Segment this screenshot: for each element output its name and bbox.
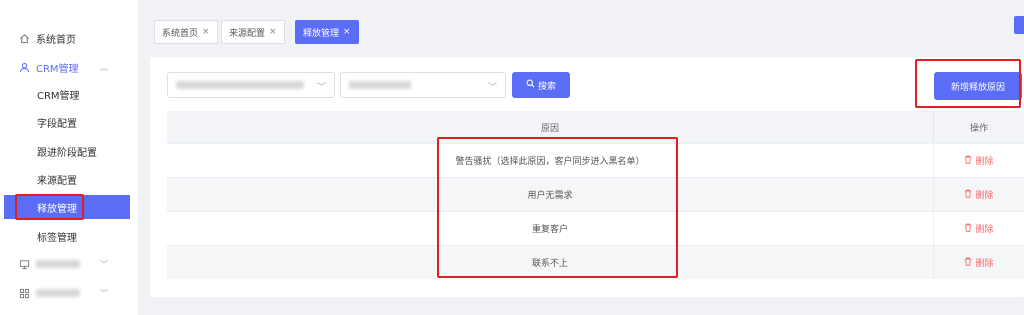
sidebar-group-blurred-1[interactable]: ﹀ bbox=[0, 252, 138, 276]
reason-cell: 警告骚扰（选择此原因，客户同步进入黑名单） bbox=[455, 157, 645, 167]
blurred-label bbox=[36, 289, 80, 297]
user-icon bbox=[17, 60, 31, 74]
close-icon[interactable]: × bbox=[202, 27, 210, 37]
close-icon[interactable]: × bbox=[343, 27, 351, 37]
delete-label: 删除 bbox=[975, 157, 994, 167]
delete-button[interactable]: 删除 bbox=[964, 154, 994, 167]
sidebar-item-source[interactable]: 来源配置 bbox=[0, 167, 138, 191]
content-card: ﹀ ﹀ 搜索 新增释放原因 原因 操作 警告骚扰（选择此原因，客户同步进入黑名单… bbox=[150, 57, 1024, 297]
tab-release-management[interactable]: 释放管理 × bbox=[295, 20, 359, 44]
reasons-table: 原因 操作 警告骚扰（选择此原因，客户同步进入黑名单） 删除 用户无需求 删除 … bbox=[167, 111, 1024, 279]
op-cell: 删除 bbox=[933, 246, 1024, 279]
sidebar-item-fields[interactable]: 字段配置 bbox=[0, 110, 138, 134]
presentation-icon bbox=[17, 257, 31, 271]
op-cell: 删除 bbox=[933, 178, 1024, 211]
table-row: 警告骚扰（选择此原因，客户同步进入黑名单） 删除 bbox=[167, 143, 1024, 177]
tab-label: 来源配置 bbox=[229, 28, 266, 39]
delete-button[interactable]: 删除 bbox=[964, 188, 994, 201]
tab-bar: 系统首页 × 来源配置 × 释放管理 × bbox=[138, 0, 1024, 58]
delete-button[interactable]: 删除 bbox=[964, 256, 994, 269]
add-release-reason-button[interactable]: 新增释放原因 bbox=[934, 72, 1022, 100]
sidebar-group-label: CRM管理 bbox=[36, 63, 79, 75]
op-cell: 删除 bbox=[933, 212, 1024, 245]
grid-icon bbox=[17, 286, 31, 300]
search-button[interactable]: 搜索 bbox=[512, 72, 570, 98]
delete-label: 删除 bbox=[975, 191, 994, 201]
sidebar-item-home[interactable]: 系统首页 bbox=[0, 26, 138, 50]
tab-source-config[interactable]: 来源配置 × bbox=[221, 20, 285, 44]
reason-cell: 重复客户 bbox=[531, 225, 568, 235]
search-button-label: 搜索 bbox=[537, 81, 556, 92]
reason-cell: 联系不上 bbox=[531, 259, 568, 269]
tab-label: 释放管理 bbox=[303, 28, 340, 39]
reason-cell: 用户无需求 bbox=[527, 191, 573, 201]
sidebar-group-crm[interactable]: CRM管理 ︿ bbox=[0, 55, 138, 79]
delete-label: 删除 bbox=[975, 259, 994, 269]
blurred-value bbox=[349, 81, 411, 89]
trash-icon bbox=[964, 223, 972, 235]
filter-select-1[interactable]: ﹀ bbox=[167, 72, 335, 98]
table-row: 重复客户 删除 bbox=[167, 211, 1024, 245]
filter-select-2[interactable]: ﹀ bbox=[340, 72, 506, 98]
corner-button[interactable] bbox=[1014, 16, 1024, 34]
tab-label: 系统首页 bbox=[162, 28, 199, 39]
blurred-value bbox=[176, 81, 304, 89]
chevron-down-icon: ﹀ bbox=[100, 288, 108, 298]
op-cell: 删除 bbox=[933, 144, 1024, 177]
chevron-down-icon: ﹀ bbox=[487, 83, 497, 93]
sidebar-group-blurred-2[interactable]: ﹀ bbox=[0, 281, 138, 305]
table-row: 联系不上 删除 bbox=[167, 245, 1024, 279]
header-op: 操作 bbox=[933, 111, 1024, 143]
trash-icon bbox=[964, 189, 972, 201]
home-icon bbox=[17, 31, 31, 45]
trash-icon bbox=[964, 155, 972, 167]
chevron-down-icon: ﹀ bbox=[316, 83, 326, 93]
close-icon[interactable]: × bbox=[269, 27, 277, 37]
blurred-label bbox=[36, 260, 80, 268]
chevron-up-icon: ︿ bbox=[100, 62, 108, 72]
header-reason: 原因 bbox=[540, 123, 559, 134]
sidebar-item-follow-stage[interactable]: 跟进阶段配置 bbox=[0, 139, 138, 163]
sidebar-item-label: 系统首页 bbox=[36, 34, 76, 46]
sidebar-item-crm[interactable]: CRM管理 bbox=[0, 82, 138, 106]
search-icon bbox=[526, 79, 535, 91]
sidebar-item-tags[interactable]: 标签管理 bbox=[0, 224, 138, 248]
table-row: 用户无需求 删除 bbox=[167, 177, 1024, 211]
chevron-down-icon: ﹀ bbox=[100, 259, 108, 269]
table-header: 原因 操作 bbox=[167, 111, 1024, 143]
delete-button[interactable]: 删除 bbox=[964, 222, 994, 235]
tab-home[interactable]: 系统首页 × bbox=[154, 20, 218, 44]
delete-label: 删除 bbox=[975, 225, 994, 235]
trash-icon bbox=[964, 257, 972, 269]
sidebar: 系统首页 CRM管理 ︿ CRM管理 字段配置 跟进阶段配置 来源配置 释放管理… bbox=[0, 0, 138, 315]
sidebar-item-release[interactable]: 释放管理 bbox=[4, 195, 130, 219]
